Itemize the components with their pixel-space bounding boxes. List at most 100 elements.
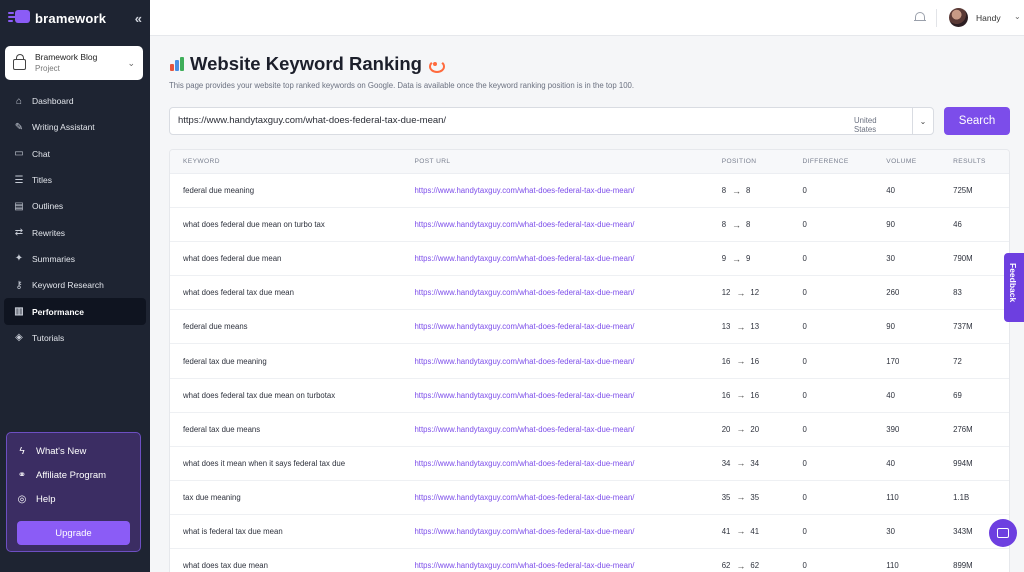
table-header: KEYWORD POST URL POSITION DIFFERENCE VOL… xyxy=(170,150,1009,174)
position-from: 12 xyxy=(721,288,731,298)
column-header-post-url: POST URL xyxy=(414,158,451,165)
keyword-cell: what does federal due mean xyxy=(183,254,282,264)
post-url-link[interactable]: https://www.handytaxguy.com/what-does-fe… xyxy=(414,254,721,263)
main-content: Website Keyword Ranking This page provid… xyxy=(150,36,1024,572)
post-url-link[interactable]: https://www.handytaxguy.com/what-does-fe… xyxy=(414,288,721,297)
keyword-cell: federal tax due meaning xyxy=(183,356,267,366)
post-url-link[interactable]: https://www.handytaxguy.com/what-does-fe… xyxy=(414,322,721,331)
position-to: 9 xyxy=(746,254,751,264)
post-url-link[interactable]: https://www.handytaxguy.com/what-does-fe… xyxy=(414,357,721,366)
position-to: 20 xyxy=(750,424,760,434)
table-row: what does federal tax due mean https://ww… xyxy=(170,276,1009,311)
project-name: Bramework Blog xyxy=(35,52,98,62)
position-cell: 8 → 8 xyxy=(722,220,803,230)
column-header-volume: VOLUME xyxy=(886,158,917,165)
keyword-cell: tax due meaning xyxy=(183,492,241,502)
post-url-link[interactable]: https://www.handytaxguy.com/what-does-fe… xyxy=(414,459,721,468)
arrow-right-icon: → xyxy=(736,560,746,571)
chat-launcher-icon[interactable] xyxy=(989,519,1017,547)
sidebar-item-performance[interactable]: ▥ Performance xyxy=(4,298,146,325)
sidebar-item-tutorials[interactable]: ◈ Tutorials xyxy=(4,325,146,351)
position-from: 62 xyxy=(721,561,731,571)
upgrade-button[interactable]: Upgrade xyxy=(17,521,130,545)
difference-cell: 0 xyxy=(802,458,807,468)
position-from: 8 xyxy=(721,220,727,230)
chevron-down-icon[interactable]: ⌄ xyxy=(1014,12,1021,21)
position-to: 34 xyxy=(750,458,760,468)
sidebar-item-chat[interactable]: ▭ Chat xyxy=(4,141,146,167)
sidebar-item-label: Performance xyxy=(32,306,84,317)
sidebar-item-titles[interactable]: ☰ Titles xyxy=(4,167,146,193)
sidebar-item-writing-assistant[interactable]: ✎ Writing Assistant xyxy=(4,114,146,140)
sidebar-nav: ⌂ Dashboard ✎ Writing Assistant ▭ Chat ☰… xyxy=(0,88,150,351)
post-url-link[interactable]: https://www.handytaxguy.com/what-does-fe… xyxy=(414,561,721,570)
difference-cell: 0 xyxy=(802,322,807,332)
sidebar-item-summaries[interactable]: ✦ Summaries xyxy=(4,246,146,272)
difference-cell: 0 xyxy=(802,288,807,298)
post-url-link[interactable]: https://www.handytaxguy.com/what-does-fe… xyxy=(414,527,721,536)
position-from: 34 xyxy=(721,458,731,468)
topbar: Handy ⌄ xyxy=(150,0,1024,36)
double-chevron-left-icon[interactable]: « xyxy=(135,11,142,26)
results-cell: 83 xyxy=(953,288,962,298)
sidebar-item-rewrites[interactable]: ⇄ Rewrites xyxy=(4,219,146,245)
feedback-tab[interactable]: Feedback xyxy=(1004,253,1024,322)
position-from: 16 xyxy=(721,356,731,366)
position-cell: 16 → 16 xyxy=(722,356,803,366)
position-to: 41 xyxy=(750,526,760,536)
volume-cell: 260 xyxy=(886,288,900,298)
sidebar-item-dashboard[interactable]: ⌂ Dashboard xyxy=(4,88,146,114)
search-button[interactable]: Search xyxy=(944,107,1010,135)
arrow-right-icon: → xyxy=(736,356,746,367)
volume-cell: 30 xyxy=(886,254,895,264)
difference-cell: 0 xyxy=(802,254,807,264)
help-link[interactable]: ◎ Help xyxy=(15,487,132,511)
country-select[interactable]: United States xyxy=(854,116,877,134)
position-from: 13 xyxy=(721,322,731,332)
project-type: Project xyxy=(35,64,60,73)
project-selector[interactable]: Bramework Blog Project ⌄ xyxy=(5,46,143,80)
username[interactable]: Handy xyxy=(976,13,1001,23)
table-row: what does tax due mean https://www.handyt… xyxy=(170,549,1009,572)
post-url-link[interactable]: https://www.handytaxguy.com/what-does-fe… xyxy=(414,220,721,229)
brand-name: bramework xyxy=(35,10,107,26)
arrow-right-icon: → xyxy=(736,424,746,435)
position-from: 20 xyxy=(721,424,731,434)
table-row: federal tax due means https://www.handyta… xyxy=(170,413,1009,447)
volume-cell: 90 xyxy=(886,220,895,230)
avatar[interactable] xyxy=(949,8,968,27)
affiliate-program-link[interactable]: ⚭ Affiliate Program xyxy=(15,463,132,487)
post-url-link[interactable]: https://www.handytaxguy.com/what-does-fe… xyxy=(414,425,721,434)
chat-icon: ▭ xyxy=(14,148,24,160)
bar-chart-icon xyxy=(169,56,185,72)
sidebar-item-label: Summaries xyxy=(32,253,75,264)
column-header-results: RESULTS xyxy=(953,158,986,165)
position-to: 62 xyxy=(750,561,760,571)
graduation-cap-icon: ◈ xyxy=(15,332,23,344)
position-cell: 12 → 12 xyxy=(722,288,803,298)
column-header-keyword: KEYWORD xyxy=(183,158,220,165)
title-row: Website Keyword Ranking xyxy=(169,53,445,75)
post-url-link[interactable]: https://www.handytaxguy.com/what-does-fe… xyxy=(414,391,721,400)
sidebar-item-label: Rewrites xyxy=(32,227,66,238)
keyword-table: KEYWORD POST URL POSITION DIFFERENCE VOL… xyxy=(169,149,1010,572)
table-row: what does federal tax due mean on turbot… xyxy=(170,379,1009,413)
chevron-down-icon[interactable]: ⌄ xyxy=(912,107,934,135)
arrow-right-icon: → xyxy=(736,458,746,469)
post-url-link[interactable]: https://www.handytaxguy.com/what-does-fe… xyxy=(414,186,721,195)
sidebar-item-label: Chat xyxy=(32,148,50,159)
post-url-link[interactable]: https://www.handytaxguy.com/what-does-fe… xyxy=(414,493,721,502)
whats-new-label: What's New xyxy=(36,445,87,457)
difference-cell: 0 xyxy=(802,220,807,230)
volume-cell: 170 xyxy=(886,356,900,366)
results-cell: 72 xyxy=(953,356,962,366)
sidebar-item-keyword-research[interactable]: ⚷ Keyword Research xyxy=(4,272,146,298)
difference-cell: 0 xyxy=(802,390,807,400)
sidebar-item-outlines[interactable]: ▤ Outlines xyxy=(4,193,146,219)
bell-icon[interactable] xyxy=(914,11,926,24)
whats-new-link[interactable]: ϟ What's New xyxy=(15,439,132,463)
table-row: what is federal tax due mean https://www.… xyxy=(170,515,1009,550)
url-input[interactable]: https://www.handytaxguy.com/what-does-fe… xyxy=(169,107,916,135)
position-to: 8 xyxy=(746,220,751,230)
position-to: 8 xyxy=(746,186,751,196)
